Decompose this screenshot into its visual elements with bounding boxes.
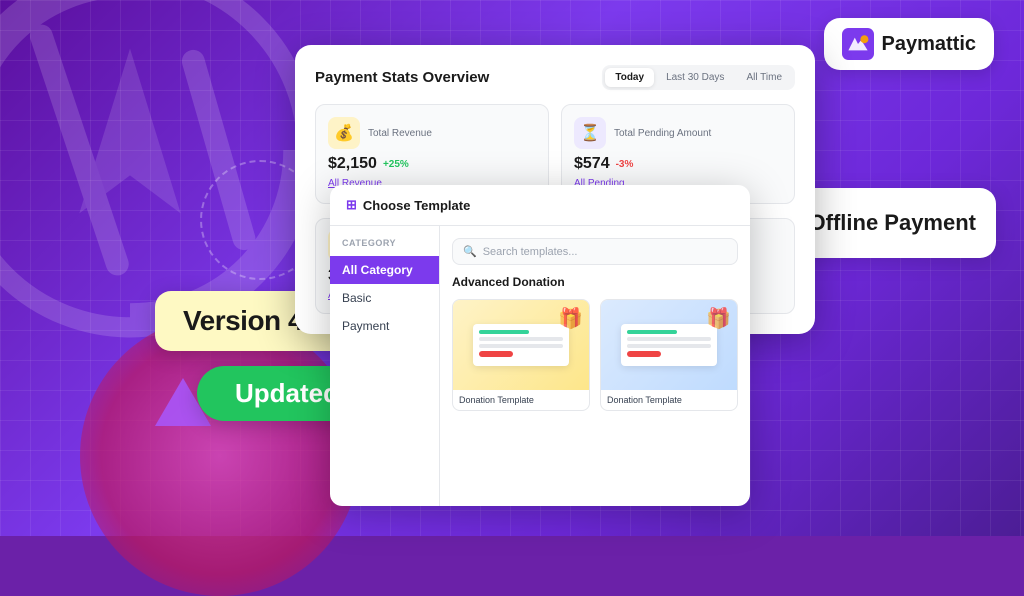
templates-grid: 🎁 Donation Template 🎁 [452, 299, 738, 411]
chooser-title: Choose Template [363, 198, 470, 213]
search-bar[interactable]: 🔍 Search templates... [452, 238, 738, 265]
template-donation-icon-2: 🎁 [706, 306, 731, 331]
tab-alltime[interactable]: All Time [736, 68, 792, 87]
template-item-2[interactable]: 🎁 Donation Template [600, 299, 738, 411]
chooser-icon: ⊞ [346, 197, 357, 213]
form-btn [627, 351, 660, 357]
dashboard-title: Payment Stats Overview [315, 69, 489, 86]
paymattic-icon [842, 28, 874, 60]
form-line [627, 337, 710, 341]
form-line [479, 337, 562, 341]
revenue-amount: $2,150 [328, 155, 377, 173]
form-line [479, 330, 529, 334]
tab-today[interactable]: Today [605, 68, 654, 87]
search-icon: 🔍 [463, 245, 477, 258]
template-form-mock-1 [473, 324, 568, 366]
offline-payment-label: Offline Payment [809, 210, 976, 236]
template-chooser: ⊞ Choose Template Category All Category … [330, 185, 750, 506]
pending-icon: ⏳ [574, 117, 606, 149]
search-placeholder: Search templates... [483, 246, 578, 258]
template-item-1[interactable]: 🎁 Donation Template [452, 299, 590, 411]
template-preview-1: 🎁 [453, 300, 589, 390]
category-payment[interactable]: Payment [330, 312, 439, 340]
stat-header-pending: ⏳ Total Pending Amount [574, 117, 782, 149]
template-name-2: Donation Template [601, 390, 737, 410]
section-title: Advanced Donation [452, 275, 738, 289]
category-all[interactable]: All Category [330, 256, 439, 284]
paymattic-name: Paymattic [882, 33, 977, 56]
revenue-icon: 💰 [328, 117, 360, 149]
template-form-mock-2 [621, 324, 716, 366]
dashboard-header: Payment Stats Overview Today Last 30 Day… [315, 65, 795, 90]
template-name-1: Donation Template [453, 390, 589, 410]
category-label: Category [330, 238, 439, 248]
updated-text: Updated [235, 378, 339, 408]
pending-amount: $574 [574, 155, 610, 173]
stat-header-revenue: 💰 Total Revenue [328, 117, 536, 149]
category-basic[interactable]: Basic [330, 284, 439, 312]
chooser-sidebar: Category All Category Basic Payment [330, 226, 440, 506]
form-line [479, 344, 562, 348]
pending-label: Total Pending Amount [614, 128, 711, 139]
tab-group: Today Last 30 Days All Time [602, 65, 795, 90]
template-preview-2: 🎁 [601, 300, 737, 390]
pink-circle-decoration [80, 316, 360, 596]
revenue-value: $2,150 +25% [328, 155, 536, 173]
template-donation-icon: 🎁 [558, 306, 583, 331]
pending-value: $574 -3% [574, 155, 782, 173]
chooser-header: ⊞ Choose Template [330, 185, 750, 226]
form-btn [479, 351, 512, 357]
chooser-main: 🔍 Search templates... Advanced Donation … [440, 226, 750, 506]
pending-change: -3% [616, 159, 634, 170]
tab-last30[interactable]: Last 30 Days [656, 68, 734, 87]
chooser-body: Category All Category Basic Payment 🔍 Se… [330, 226, 750, 506]
paymattic-logo: Paymattic [824, 18, 995, 70]
form-line [627, 330, 677, 334]
form-line [627, 344, 710, 348]
revenue-change: +25% [383, 159, 409, 170]
revenue-label: Total Revenue [368, 128, 432, 139]
